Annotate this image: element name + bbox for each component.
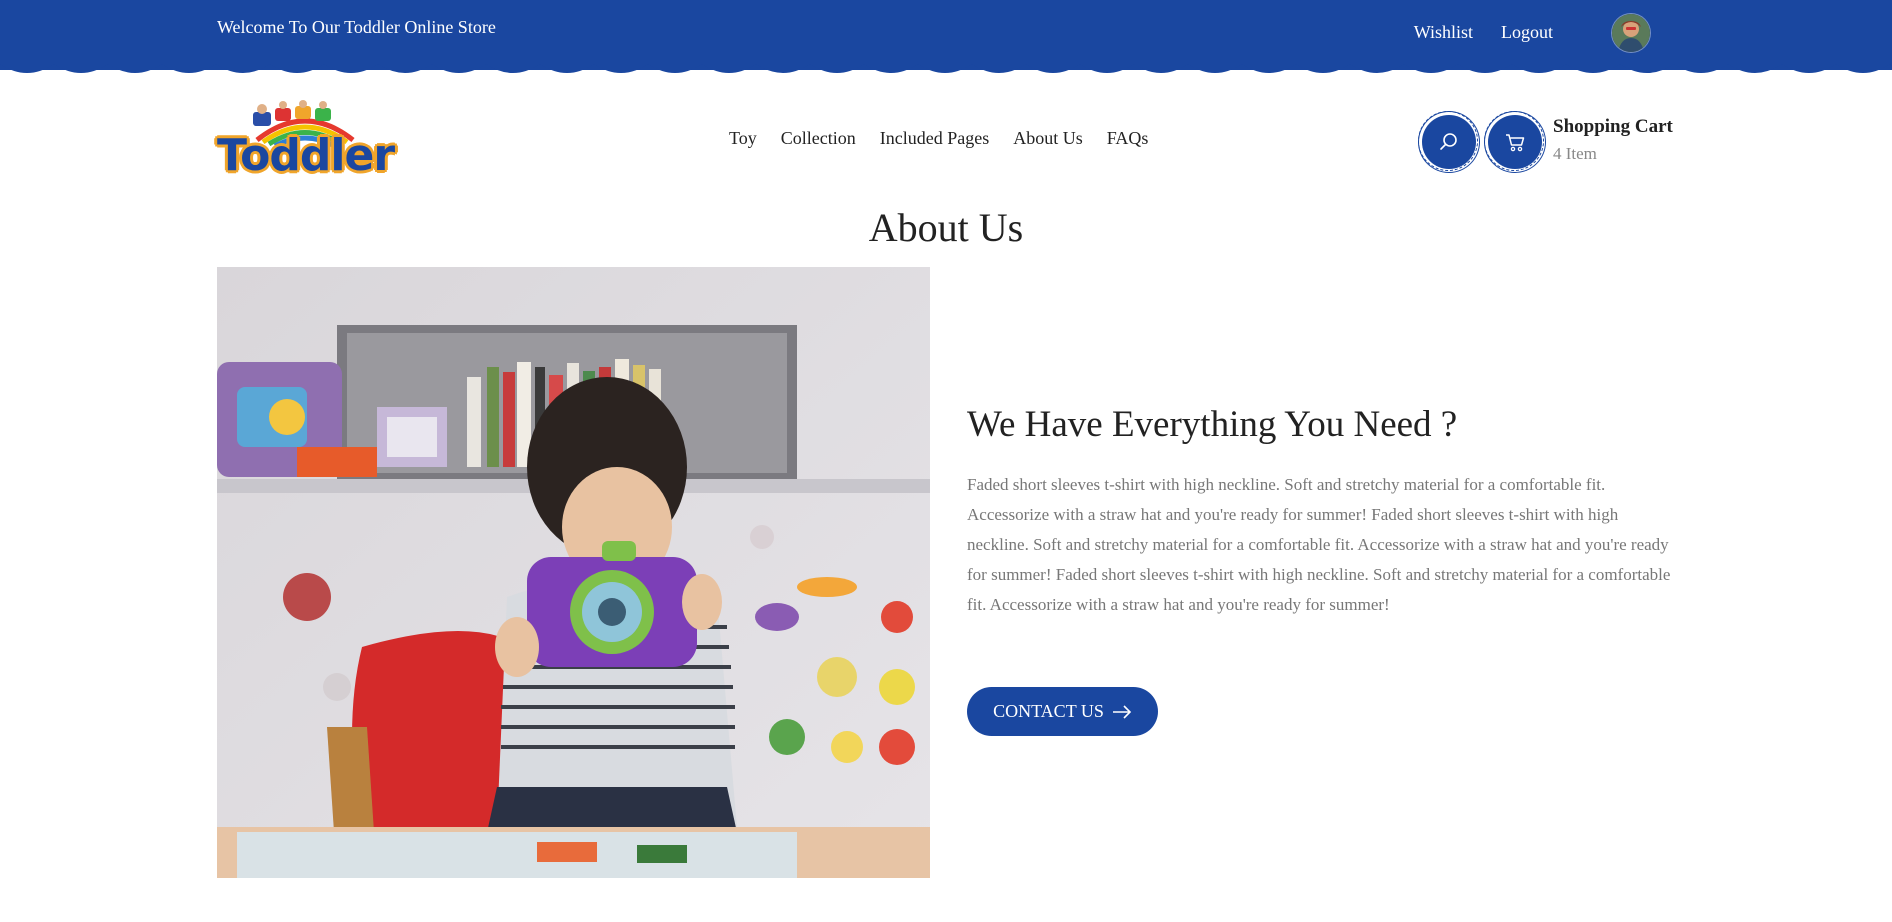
logo-text: Toddler xyxy=(217,130,395,181)
search-button[interactable] xyxy=(1418,111,1478,171)
welcome-message: Welcome To Our Toddler Online Store xyxy=(217,17,496,37)
arrow-right-icon xyxy=(1112,704,1132,719)
cart-button[interactable] xyxy=(1484,111,1544,171)
search-button-ring xyxy=(1418,111,1478,171)
nav-item-collection[interactable]: Collection xyxy=(781,128,856,149)
page-title: About Us xyxy=(868,205,1024,250)
logout-link[interactable]: Logout xyxy=(1501,22,1553,43)
top-links: Wishlist Logout xyxy=(1414,22,1553,43)
section-body: Faded short sleeves t-shirt with high ne… xyxy=(967,475,1671,614)
main-nav: Toy Collection Included Pages About Us F… xyxy=(729,128,1148,149)
top-bar: Welcome To Our Toddler Online Store Wish… xyxy=(0,0,1892,70)
nav-item-about-us[interactable]: About Us xyxy=(1013,128,1083,149)
nav-item-toy[interactable]: Toy xyxy=(729,128,757,149)
nav-item-faqs[interactable]: FAQs xyxy=(1107,128,1149,149)
about-hero-image xyxy=(217,267,930,878)
toddler-logo[interactable]: Toddler xyxy=(217,100,395,182)
cart-item-count: 4 Item xyxy=(1553,144,1597,163)
topbar-wave-border xyxy=(0,64,1892,73)
section-headline: We Have Everything You Need ? xyxy=(967,404,1458,445)
contact-us-label: CONTACT US xyxy=(993,701,1104,721)
user-avatar[interactable] xyxy=(1612,14,1650,52)
cart-title[interactable]: Shopping Cart xyxy=(1553,116,1673,138)
cart-button-ring xyxy=(1484,111,1544,171)
contact-us-button[interactable]: CONTACT US xyxy=(967,687,1158,736)
wishlist-link[interactable]: Wishlist xyxy=(1414,22,1473,43)
nav-item-included-pages[interactable]: Included Pages xyxy=(880,128,989,149)
